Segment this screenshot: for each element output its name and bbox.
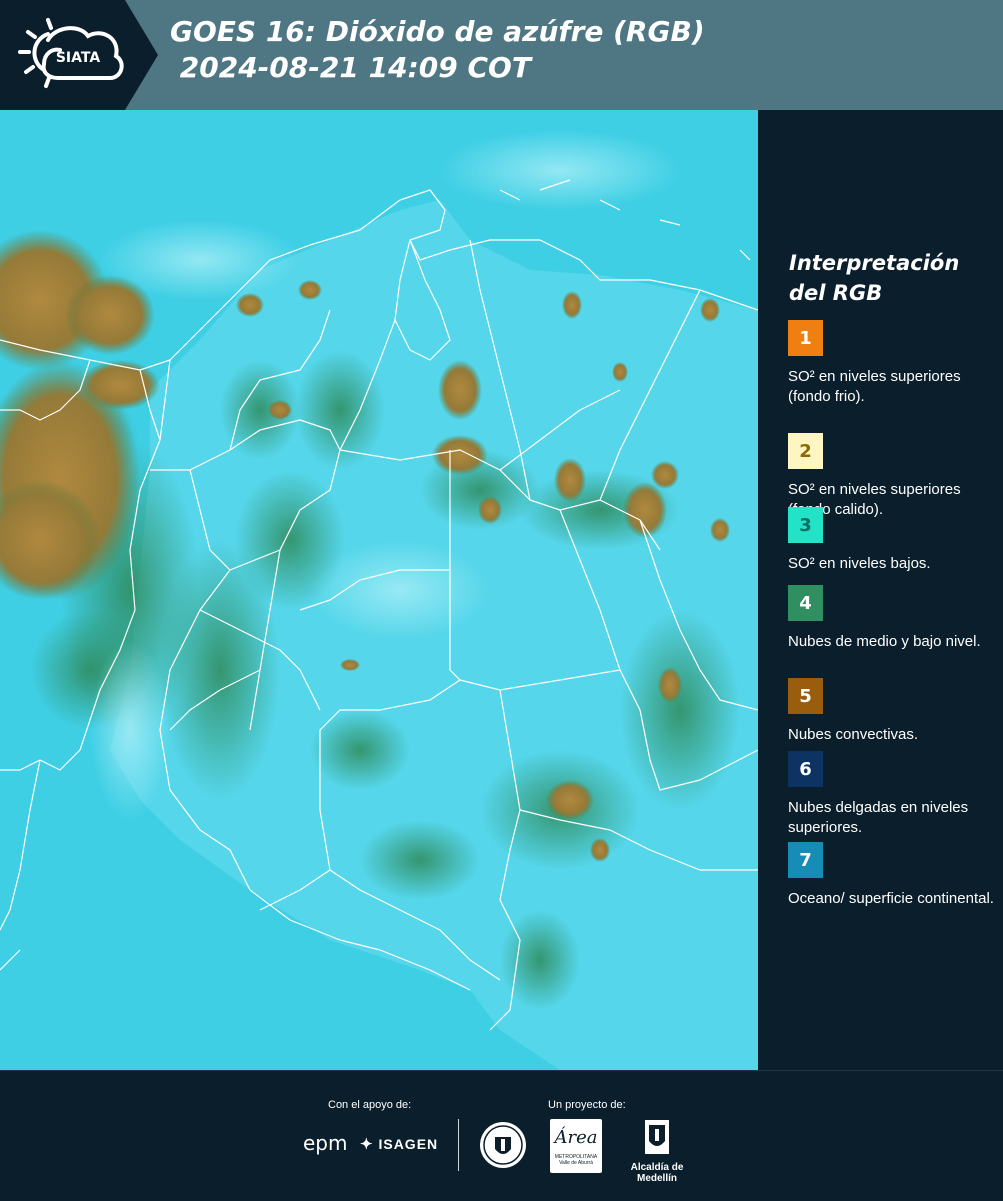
- legend-title-line-2: del RGB: [789, 281, 883, 305]
- legend-title: Interpretación del RGB: [789, 248, 989, 308]
- footer-divider: [458, 1119, 459, 1171]
- legend-swatch: 6: [788, 751, 823, 787]
- title-line-2: 2024-08-21 14:09 COT: [170, 51, 531, 84]
- siata-logo-text: SIATA: [56, 50, 101, 66]
- isagen-logo: ✦ ISAGEN: [360, 1135, 438, 1153]
- medellin-seal-icon: [480, 1122, 526, 1168]
- title-line-1: GOES 16: Dióxido de azúfre (RGB): [170, 15, 705, 48]
- area-logo-word: Área: [554, 1127, 598, 1148]
- epm-logo: epm: [303, 1131, 347, 1155]
- support-label: Con el apoyo de:: [328, 1099, 412, 1111]
- legend-description: SO² en niveles bajos.: [788, 555, 931, 572]
- legend-description: Nubes convectivas.: [788, 726, 919, 743]
- legend-item: 4 Nubes de medio y bajo nivel.: [788, 585, 998, 652]
- satellite-map[interactable]: [0, 110, 758, 1070]
- legend-title-line-1: Interpretación: [789, 251, 960, 275]
- isagen-star-icon: ✦: [360, 1136, 374, 1153]
- header-bar: SIATA GOES 16: Dióxido de azúfre (RGB) 2…: [0, 0, 1003, 110]
- legend-swatch: 5: [788, 678, 823, 714]
- area-metropolitana-logo: Área METROPOLITANA Valle de Aburrá: [550, 1119, 602, 1173]
- legend-panel: Interpretación del RGB 1 SO² en niveles s…: [758, 110, 1003, 1070]
- alcaldia-logo: Alcaldía de Medellín: [612, 1119, 702, 1184]
- legend-swatch: 2: [788, 433, 823, 469]
- legend-description: Nubes delgadas en niveles superiores.: [788, 799, 969, 836]
- footer: Con el apoyo de: Un proyecto de: epm ✦ I…: [0, 1070, 1003, 1201]
- legend-item: 5 Nubes convectivas.: [788, 678, 998, 745]
- legend-swatch: 7: [788, 842, 823, 878]
- map-svg: [0, 110, 758, 1070]
- isagen-logo-text: ISAGEN: [378, 1136, 439, 1152]
- area-logo-line-2: Valle de Aburrá: [559, 1160, 593, 1166]
- project-label: Un proyecto de:: [548, 1099, 626, 1111]
- legend-item: 6 Nubes delgadas en niveles superiores.: [788, 751, 998, 838]
- legend-swatch: 3: [788, 507, 823, 543]
- siata-logo-icon: SIATA: [18, 18, 124, 88]
- alcaldia-text: Alcaldía de Medellín: [630, 1162, 684, 1184]
- legend-description: SO² en niveles superiores (fondo frio).: [788, 368, 961, 405]
- legend-description: Nubes de medio y bajo nivel.: [788, 633, 981, 650]
- legend-item: 7 Oceano/ superficie continental.: [788, 842, 998, 909]
- legend-description: Oceano/ superficie continental.: [788, 890, 994, 907]
- page-title: GOES 16: Dióxido de azúfre (RGB) 2024-08…: [170, 14, 705, 86]
- alcaldia-shield-icon: [645, 1120, 669, 1154]
- legend-item: 1 SO² en niveles superiores (fondo frio).: [788, 320, 998, 407]
- legend-item: 3 SO² en niveles bajos.: [788, 507, 998, 574]
- legend-swatch: 1: [788, 320, 823, 356]
- epm-logo-text: epm: [303, 1131, 348, 1155]
- legend-swatch: 4: [788, 585, 823, 621]
